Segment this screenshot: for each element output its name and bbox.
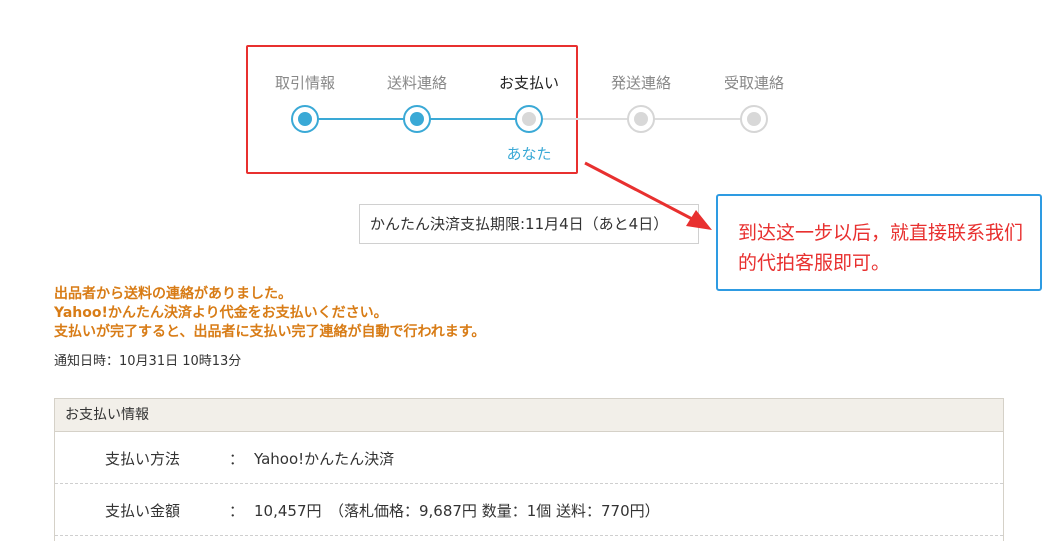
annotation-arrow-icon bbox=[584, 161, 712, 230]
notice-line-2: Yahoo!かんたん決済より代金をお支払いください。 bbox=[54, 305, 388, 321]
notification-time: 通知日時：10月31日 10時13分 bbox=[54, 354, 242, 369]
annotation-callout: 到达这一步以后，就直接联系我们的代拍客服即可。 bbox=[716, 194, 1042, 291]
step-label-receipt-contact: 受取連絡 bbox=[723, 74, 784, 92]
payment-amount-value: 10,457円 （落札価格：9,687円 数量：1個 送料：770円） bbox=[254, 502, 660, 520]
payment-amount-label: 支払い金額 bbox=[105, 502, 181, 520]
payment-amount-row: 支払い金額 ： 10,457円 （落札価格：9,687円 数量：1個 送料：77… bbox=[55, 484, 1003, 536]
current-actor-label: あなた bbox=[506, 145, 552, 163]
payment-info-panel: お支払い情報 支払い方法 ： Yahoo!かんたん決済 支払い金額 ： 10,4… bbox=[54, 398, 1004, 541]
payment-method-label: 支払い方法 bbox=[105, 450, 181, 468]
step-circle-trade-info bbox=[291, 105, 319, 133]
seller-notice: 出品者から送料の連絡がありました。 Yahoo!かんたん決済より代金をお支払いく… bbox=[54, 285, 485, 342]
row-colon: ： bbox=[229, 502, 245, 520]
step-connector-3 bbox=[529, 118, 641, 120]
step-label-dispatch-contact: 発送連絡 bbox=[610, 74, 671, 92]
step-connector-4 bbox=[641, 118, 754, 120]
step-label-trade-info: 取引情報 bbox=[274, 74, 335, 92]
notice-line-1: 出品者から送料の連絡がありました。 bbox=[54, 286, 292, 302]
notice-line-3: 支払いが完了すると、出品者に支払い完了連絡が自動で行われます。 bbox=[54, 324, 486, 340]
payment-info-title: お支払い情報 bbox=[55, 399, 1003, 432]
step-label-payment: お支払い bbox=[498, 74, 559, 92]
row-colon: ： bbox=[229, 450, 245, 468]
payment-method-row: 支払い方法 ： Yahoo!かんたん決済 bbox=[55, 432, 1003, 484]
step-label-shipping-contact: 送料連絡 bbox=[386, 74, 447, 92]
step-circle-shipping-contact bbox=[403, 105, 431, 133]
payment-method-value: Yahoo!かんたん決済 bbox=[254, 450, 395, 468]
step-circle-dispatch-contact bbox=[627, 105, 655, 133]
step-connector-2 bbox=[417, 118, 529, 120]
step-circle-payment bbox=[515, 105, 543, 133]
top-cropped-text-fragment bbox=[596, 0, 676, 4]
step-circle-receipt-contact bbox=[740, 105, 768, 133]
step-connector-1 bbox=[305, 118, 417, 120]
